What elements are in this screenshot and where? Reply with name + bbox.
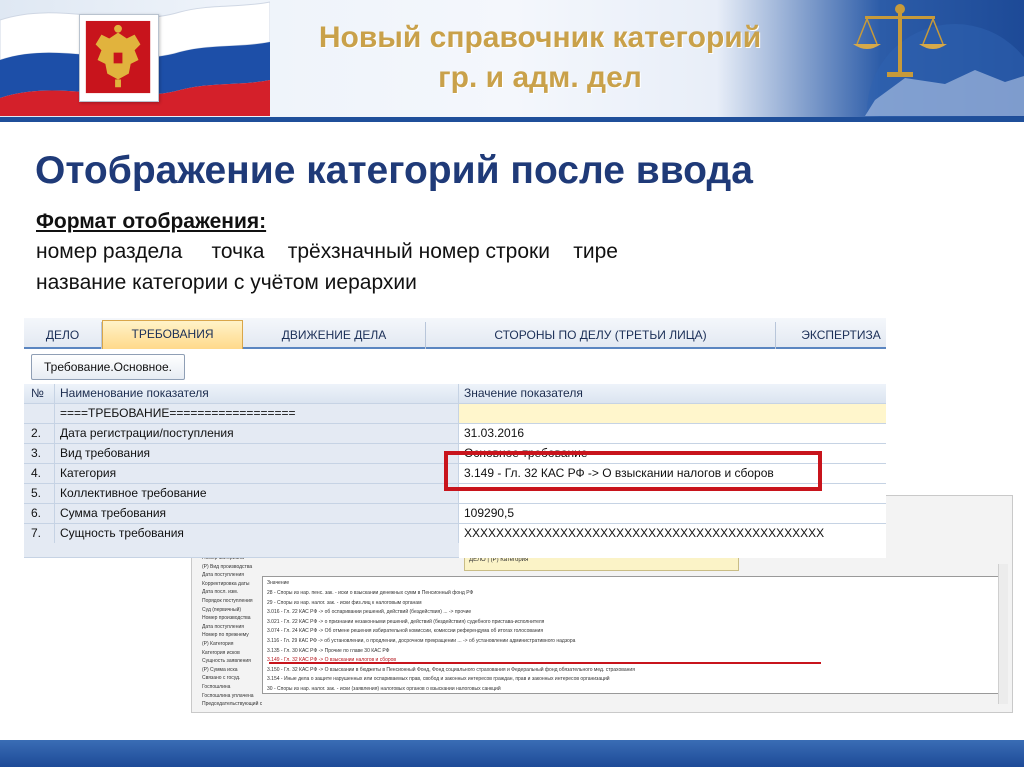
column-header-number: № — [24, 384, 55, 403]
background-field-label: Сущность заявления — [202, 658, 251, 665]
background-field-label: Госпошлина — [202, 684, 231, 690]
row-number: 5. — [24, 484, 55, 503]
format-description-line2: название категории с учётом иерархии — [36, 271, 417, 294]
background-field-label: (Р) Вид производства — [202, 563, 253, 570]
dropdown-item[interactable]: 3.021 - Гл. 22 КАС РФ -> о признании нез… — [267, 618, 997, 626]
dropdown-item[interactable]: 3.116 - Гл. 29 КАС РФ -> об установлении… — [267, 637, 997, 645]
row-number: 4. — [24, 464, 55, 483]
application-window: ДЕЛО ТРЕБОВАНИЯ ДВИЖЕНИЕ ДЕЛА СТОРОНЫ ПО… — [24, 318, 886, 558]
background-field-label: Председательствующий судья — [202, 701, 262, 708]
row-number: 7. — [24, 524, 55, 543]
row-name: Вид требования — [55, 444, 459, 463]
row-number — [24, 404, 55, 423]
page-title: Отображение категорий после ввода — [35, 149, 753, 192]
background-scrollbar[interactable] — [998, 564, 1008, 704]
requirement-main-button[interactable]: Требование.Основное. — [31, 354, 185, 380]
background-field-label: Номер производства — [202, 615, 251, 622]
background-field-label: (Р) Сумма иска — [202, 666, 238, 673]
dropdown-item[interactable]: 3.135 - Гл. 30 КАС РФ -> Прочие по главе… — [267, 647, 997, 655]
background-category-field: ДЕЛО | (Р) Категория — [464, 556, 739, 571]
row-number: 2. — [24, 424, 55, 443]
background-field-label: Дата поступления — [202, 623, 244, 630]
background-field-label: Категория исков — [202, 649, 240, 656]
background-field-label: Номер по прежнему — [202, 632, 249, 639]
tab-storony-po-delu[interactable]: СТОРОНЫ ПО ДЕЛУ (ТРЕТЬИ ЛИЦА) — [426, 322, 776, 349]
format-description-line1: номер раздела точка трёхзначный номер ст… — [36, 240, 618, 263]
tab-trebovaniya[interactable]: ТРЕБОВАНИЯ — [102, 320, 243, 349]
tab-ekspertiza[interactable]: ЭКСПЕРТИЗА — [776, 322, 886, 349]
row-value[interactable]: XXXXXXXXXXXXXXXXXXXXXXXXXXXXXXXXXXXXXXXX… — [459, 524, 886, 558]
tab-dvizhenie-dela[interactable]: ДВИЖЕНИЕ ДЕЛА — [243, 322, 426, 349]
background-field-label: Дата посл. изм. — [202, 589, 239, 596]
header-banner: Новый справочник категорий гр. и адм. де… — [0, 0, 1024, 122]
row-name: Коллективное требование — [55, 484, 459, 503]
scales-of-justice-icon — [853, 4, 1024, 116]
dropdown-item[interactable]: 3.150 - Гл. 32 КАС РФ -> О взыскании в б… — [267, 666, 997, 674]
background-field-label: Дата поступления — [202, 572, 244, 579]
background-field-label: Связано с госуд. — [202, 675, 241, 682]
category-highlight-frame — [444, 451, 822, 491]
column-header-value: Значение показателя — [464, 386, 583, 400]
header-divider — [0, 117, 1024, 122]
row-name: Сущность требования — [55, 524, 459, 543]
row-value[interactable]: 31.03.2016 — [459, 424, 886, 443]
header-title-line1: Новый справочник категорий — [318, 21, 762, 54]
table-row-essence[interactable]: 7. Сущность требования XXXXXXXXXXXXXXXXX… — [24, 524, 886, 558]
background-field-label: (Р) Категория — [202, 641, 234, 647]
background-field-label: Корректировка даты — [202, 580, 250, 587]
background-field-label: Порядок поступления — [202, 598, 253, 604]
dropdown-item[interactable]: 28 - Споры из нар. пенс. зак. - иски о в… — [267, 589, 997, 597]
footer-strip — [0, 740, 1024, 767]
row-name: ====ТРЕБОВАНИЕ================== — [55, 404, 459, 423]
background-field-label: Суд (первичный) — [202, 606, 242, 613]
row-name: Сумма требования — [55, 504, 459, 523]
table-header: № Наименование показателя Значение показ… — [24, 384, 886, 404]
dropdown-item[interactable]: 3.016 - Гл. 22 КАС РФ -> об оспаривании … — [267, 608, 997, 616]
format-label: Формат отображения: — [36, 210, 267, 233]
dropdown-header: Значение — [267, 580, 290, 586]
row-number: 6. — [24, 504, 55, 523]
row-number: 3. — [24, 444, 55, 463]
column-header-name: Наименование показателя — [55, 384, 459, 403]
tab-bar: ДЕЛО ТРЕБОВАНИЯ ДВИЖЕНИЕ ДЕЛА СТОРОНЫ ПО… — [24, 318, 886, 349]
header-title-line2: гр. и адм. дел — [438, 61, 642, 94]
dropdown-item[interactable]: 3.154 - Иные дела о защите нарушенных ил… — [267, 675, 997, 683]
table-row-section[interactable]: ====ТРЕБОВАНИЕ================== — [24, 404, 886, 424]
selected-category-underline — [269, 662, 821, 664]
row-name: Категория — [55, 464, 459, 483]
header-title: Новый справочник категорий гр. и адм. де… — [240, 18, 840, 98]
row-value[interactable] — [459, 404, 886, 423]
table-row-registration-date[interactable]: 2. Дата регистрации/поступления 31.03.20… — [24, 424, 886, 444]
dropdown-item[interactable]: 30 - Споры из нар. налог. зак. - иски (з… — [267, 685, 997, 693]
dropdown-item[interactable]: 3.074 - Гл. 24 КАС РФ -> Об отмене решен… — [267, 627, 997, 635]
table-row-amount[interactable]: 6. Сумма требования 109290,5 — [24, 504, 886, 524]
dropdown-item[interactable]: 29 - Споры из нар. налог. зак. - иски фи… — [267, 599, 997, 607]
row-value[interactable]: 109290,5 — [459, 504, 886, 523]
coat-of-arms-icon — [79, 14, 159, 102]
row-name: Дата регистрации/поступления — [55, 424, 459, 443]
background-field-label: Госпошлина уплачена — [202, 692, 254, 699]
tab-delo[interactable]: ДЕЛО — [24, 322, 102, 349]
category-dropdown-list: Значение 28 - Споры из нар. пенс. зак. -… — [262, 576, 1004, 694]
slide: Новый справочник категорий гр. и адм. де… — [0, 0, 1024, 767]
